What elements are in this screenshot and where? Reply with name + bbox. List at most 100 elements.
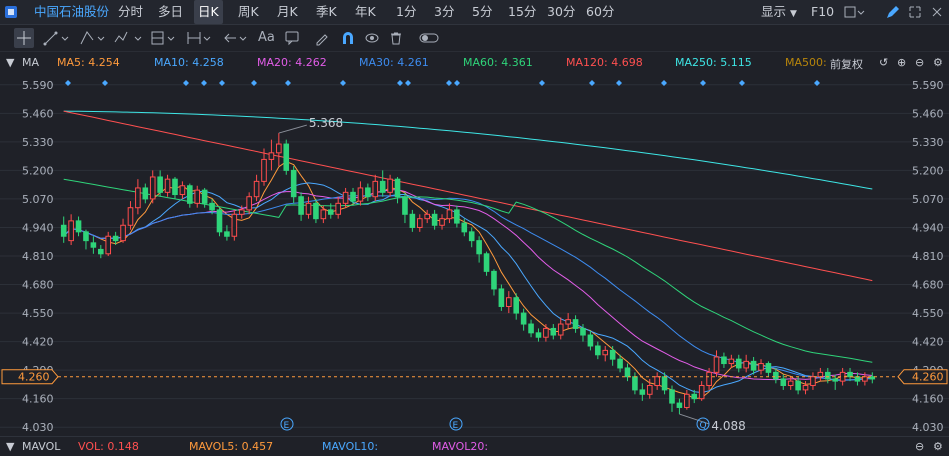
ma10-label: MA10: 4.258 [154,56,224,69]
candle-body [416,218,423,228]
tab-5min[interactable]: 5分 [472,0,492,24]
comment-icon[interactable] [284,28,300,48]
mavol20-label: MAVOL20: [432,440,489,453]
y-tick-right: 4.940 [912,221,944,234]
candle-body [157,176,163,193]
remove-volume-icon[interactable]: ⊖ [915,440,924,453]
arrow-tool-icon[interactable] [222,28,250,48]
current-price-left: 4.260 [18,371,50,384]
eye-icon[interactable] [364,28,380,48]
event-marker-label: Q [700,421,707,431]
wave-tool-icon[interactable] [113,28,143,48]
candlestick-chart[interactable]: 5.590 5.460 5.330 5.200 5.070 4.940 4.810 4.680… [0,76,949,436]
candle-body [231,213,238,237]
y-tick-left: 4.940 [22,221,54,234]
y-tick-left: 4.680 [22,279,54,292]
candle-body [587,334,594,347]
y-tick-right: 5.330 [912,136,944,149]
candle-body [491,270,497,290]
ma30-label: MA30: 4.261 [359,56,429,69]
candle-body [90,242,97,248]
drawing-toolbar: Aa [0,25,949,52]
collapse-icon[interactable]: ▼ [6,56,14,69]
candle-body [854,376,861,382]
candle-body [498,288,505,307]
candle-body [506,297,512,307]
add-icon[interactable]: ⊕ [897,56,906,69]
candle-body [676,402,683,408]
y-tick-left: 5.590 [22,79,54,92]
fib-tool-icon[interactable] [150,28,178,48]
y-tick-right: 5.070 [912,193,944,206]
indicator-name[interactable]: MA [22,56,39,69]
volume-settings-icon[interactable]: ⚙ [933,440,943,453]
candle-body [795,380,801,391]
candle-body [298,196,304,215]
tab-monthly-k[interactable]: 月K [277,0,298,24]
ma60-label: MA60: 4.361 [463,56,533,69]
candle-body [758,363,764,371]
candle-body [654,376,660,387]
ma250-label: MA250: 5.115 [675,56,752,69]
candle-body [446,209,453,220]
tab-weekly-k[interactable]: 周K [238,0,259,24]
ma250-line [63,110,873,190]
channel-tool-icon[interactable] [78,28,106,48]
remove-icon[interactable]: ⊖ [915,56,924,69]
tab-30min[interactable]: 30分 [547,0,575,24]
candle-body [454,209,460,224]
tab-daily-k[interactable]: 日K [194,0,223,24]
tab-15min[interactable]: 15分 [508,0,536,24]
adjust-mode[interactable]: 前复权 [830,56,863,72]
measure-tool-icon[interactable] [186,28,214,48]
candle-body [735,358,742,369]
text-tool[interactable]: Aa [258,28,275,48]
tab-yearly-k[interactable]: 年K [355,0,376,24]
trash-icon[interactable] [388,28,404,48]
candle-body [431,213,438,226]
checkbox-icon[interactable] [843,0,865,24]
eraser-icon[interactable] [314,28,330,48]
candle-body [609,349,616,360]
high-label: 5.368 [309,116,343,130]
candle-body [721,356,727,365]
vol-label: VOL: 0.148 [78,440,139,453]
candle-body [365,187,371,198]
candle-body [357,187,364,202]
tab-1min[interactable]: 1分 [396,0,416,24]
y-tick-right: 4.680 [912,279,944,292]
candle-body [646,385,653,395]
magnet-icon[interactable] [340,28,356,48]
app-logo-icon [4,0,18,24]
candle-body [253,180,260,198]
tab-quarterly-k[interactable]: 季K [316,0,337,24]
candle-body [550,327,557,336]
crosshair-icon[interactable] [14,28,34,48]
candle-body [773,371,779,380]
tab-multiday[interactable]: 多日 [158,0,183,24]
candle-body [661,376,668,391]
close-icon[interactable] [930,0,944,24]
y-tick-right: 5.200 [912,164,944,177]
display-label: 显示 [761,4,787,19]
candle-body [135,187,141,209]
f10-button[interactable]: F10 [811,0,834,24]
undo-icon[interactable]: ↺ [879,56,888,69]
toggle-icon[interactable] [418,28,440,48]
stock-name[interactable]: 中国石油股份 [34,0,109,24]
candle-body [105,235,112,255]
candle-body [68,220,74,242]
collapse-volume-icon[interactable]: ▼ [6,440,14,453]
tab-3min[interactable]: 3分 [434,0,454,24]
tab-intraday[interactable]: 分时 [118,0,143,24]
tab-60min[interactable]: 60分 [586,0,614,24]
volume-indicator-name[interactable]: MAVOL [22,440,60,453]
expand-icon[interactable] [908,0,922,24]
settings-icon[interactable]: ⚙ [933,56,943,69]
candle-body [394,178,401,198]
candle-body [290,169,297,198]
y-tick-right: 4.030 [912,421,944,434]
pen-icon[interactable] [884,0,900,24]
line-tool-icon[interactable] [42,28,70,48]
display-menu[interactable]: 显示 ▼ [761,0,797,24]
